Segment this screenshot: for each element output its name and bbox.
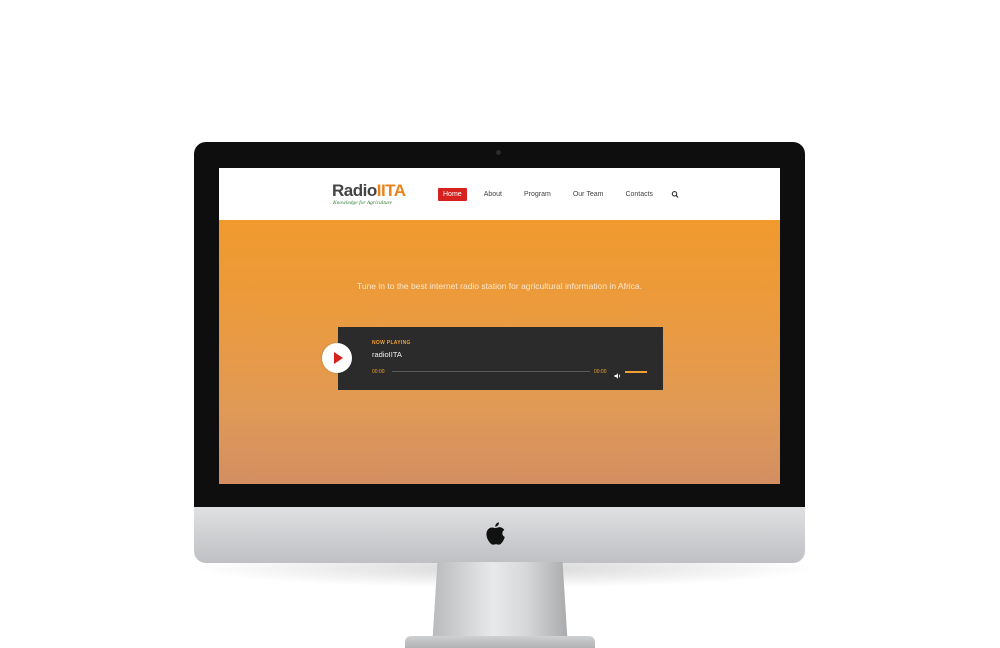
camera	[496, 150, 501, 155]
nav-item-our-team[interactable]: Our Team	[568, 188, 609, 201]
volume-slider[interactable]	[625, 371, 647, 373]
monitor-chin	[194, 507, 805, 563]
nav-item-program[interactable]: Program	[519, 188, 556, 201]
volume-level	[625, 371, 647, 373]
nav-item-home[interactable]: Home	[438, 188, 467, 201]
now-playing-label: NOW PLAYING	[372, 340, 411, 346]
play-button[interactable]	[322, 343, 352, 373]
search-icon[interactable]	[670, 188, 680, 201]
site-header: RadioIITA Knowledge for Agriculture Home…	[219, 168, 780, 220]
hero-section: Tune in to the best internet radio stati…	[219, 220, 780, 484]
progress-bar[interactable]	[392, 371, 590, 372]
logo-wordmark: RadioIITA	[332, 182, 406, 200]
nav-item-about[interactable]: About	[479, 188, 507, 201]
main-nav: Home About Program Our Team Contacts	[438, 188, 680, 201]
current-time: 00:00	[372, 369, 385, 375]
logo-iita-text: IITA	[376, 181, 406, 200]
play-icon	[334, 352, 343, 364]
volume-icon[interactable]	[614, 367, 622, 379]
screen: RadioIITA Knowledge for Agriculture Home…	[219, 168, 780, 484]
duration: 00:00	[594, 369, 607, 375]
monitor-stand-base	[405, 636, 595, 648]
audio-player: NOW PLAYING radioIITA 00:00 00:00	[338, 327, 663, 390]
site-logo[interactable]: RadioIITA Knowledge for Agriculture	[332, 182, 412, 210]
logo-tagline: Knowledge for Agriculture	[333, 200, 392, 206]
nav-item-contacts[interactable]: Contacts	[620, 188, 658, 201]
apple-logo-icon	[486, 522, 505, 545]
track-title: radioIITA	[372, 350, 402, 359]
hero-tagline: Tune in to the best internet radio stati…	[356, 281, 643, 291]
logo-radio-text: Radio	[332, 181, 377, 200]
